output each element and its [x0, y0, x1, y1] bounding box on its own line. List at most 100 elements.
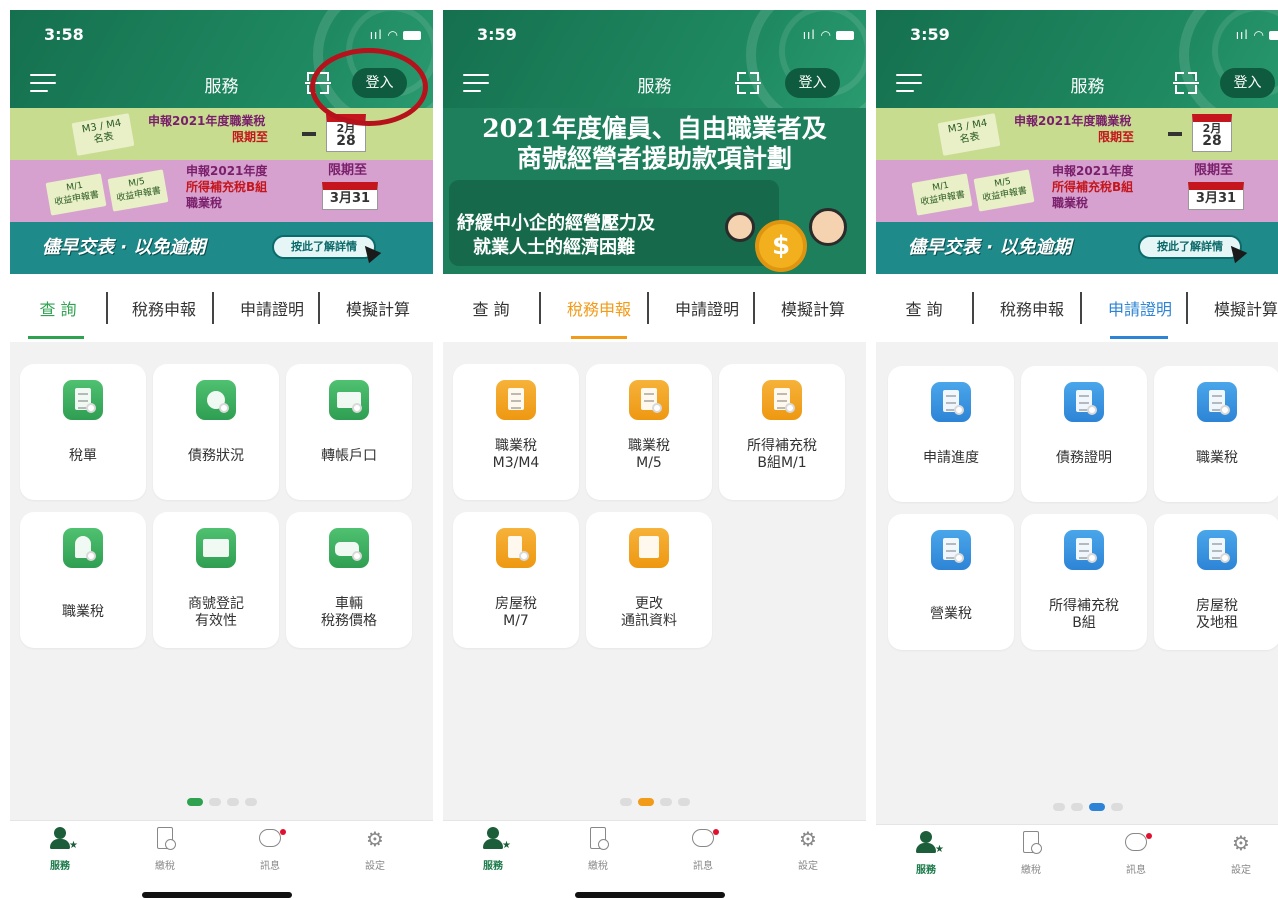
page-indicator [443, 791, 866, 810]
scan-icon[interactable] [735, 72, 761, 94]
banner-row-slogan: 儘早交表 · 以免逾期 按此了解詳情 [876, 222, 1278, 274]
nav-messages[interactable]: 訊息 [240, 827, 300, 872]
calendar-icon-mar: 3月31 [1188, 182, 1244, 210]
login-button[interactable]: 登入 [785, 68, 840, 98]
tab-query[interactable]: 查 詢 [28, 296, 88, 320]
document-clock-icon [153, 827, 177, 851]
deadline-banner[interactable]: M3 / M4 名表 申報2021年度職業稅 限期至 2月 28 M/1 收益申… [10, 108, 433, 274]
tab-divider [318, 292, 320, 324]
tab-simulation[interactable]: 模擬計算 [1200, 296, 1278, 320]
tile-label: 所得補充稅 B組 [1049, 598, 1119, 631]
scan-icon[interactable] [1173, 72, 1199, 94]
banner-detail-button[interactable]: 按此了解詳情 [272, 235, 376, 259]
tile-business-tax[interactable]: 營業稅 [888, 514, 1014, 650]
person-star-icon: ★ [914, 831, 944, 855]
nav-settings[interactable]: ⚙ 設定 [345, 827, 405, 872]
page-dot [226, 798, 239, 806]
document-badge-icon [1064, 530, 1104, 570]
banner-slogan: 儘早交表 · 以免逾期 [42, 237, 206, 258]
nav-pay-tax[interactable]: 繳稅 [135, 827, 195, 872]
tile-property-tax-cert[interactable]: 房屋稅 及地租 [1154, 514, 1278, 650]
nav-settings[interactable]: ⚙ 設定 [1211, 831, 1271, 876]
app-header: 3:59 ııl ◠ 服務 登入 [443, 10, 866, 108]
tile-complementary-tax-cert[interactable]: 所得補充稅 B組 [1021, 514, 1147, 650]
login-button[interactable]: 登入 [1220, 68, 1275, 98]
relief-sub-line1: 紓緩中小企的經營壓力及 [457, 213, 655, 234]
tile-prof-tax-m5[interactable]: 職業稅 M/5 [586, 364, 712, 500]
page-dot-active [1088, 803, 1105, 811]
tile-vehicle-tax-price[interactable]: 車輛 稅務價格 [286, 512, 412, 648]
child-illustration [725, 212, 755, 242]
tab-query[interactable]: 查 詢 [461, 296, 521, 320]
nav-pay-tax[interactable]: 繳稅 [1001, 831, 1061, 876]
page-dot [677, 798, 690, 806]
car-icon [329, 528, 369, 568]
tab-tax-filing[interactable]: 稅務申報 [120, 296, 208, 320]
tile-application-progress[interactable]: 申請進度 [888, 366, 1014, 502]
tab-certificate[interactable]: 申請證明 [226, 296, 318, 320]
tile-professional-tax[interactable]: 職業稅 [20, 512, 146, 648]
tab-tax-filing[interactable]: 稅務申報 [988, 296, 1076, 320]
nav-services[interactable]: ★ 服務 [463, 827, 523, 872]
banner-deadline-label: 限期至 [232, 130, 269, 144]
tab-divider [647, 292, 649, 324]
nav-services[interactable]: ★ 服務 [30, 827, 90, 872]
nav-pay-tax[interactable]: 繳稅 [568, 827, 628, 872]
banner-detail-button[interactable]: 按此了解詳情 [1138, 235, 1242, 259]
tile-label: 商號登記 有效性 [188, 596, 244, 629]
document-clock-icon [586, 827, 610, 851]
banner-m1-text1: 申報2021年度 [186, 164, 268, 178]
banner-m3m4-text: 申報2021年度職業稅 [148, 114, 266, 128]
annotation-circle [310, 48, 428, 126]
tile-tax-bill[interactable]: 稅單 [20, 364, 146, 500]
tile-debt-status[interactable]: 債務狀況 [153, 364, 279, 500]
card-icon [329, 380, 369, 420]
tab-bar: 查 詢 稅務申報 申請證明 模擬計算 [10, 274, 433, 342]
nav-messages[interactable]: 訊息 [673, 827, 733, 872]
tab-tax-filing[interactable]: 稅務申報 [555, 296, 643, 320]
banner-deadline2-label: 限期至 [1194, 163, 1234, 178]
banner-m1-text3: 職業稅 [1052, 196, 1089, 210]
banner-slogan: 儘早交表 · 以免逾期 [908, 237, 1072, 258]
tile-complementary-tax-m1[interactable]: 所得補充稅 B組M/1 [719, 364, 845, 500]
home-indicator[interactable] [575, 892, 725, 898]
relief-banner-title: 2021年度僱員、自由職業者及 商號經營者援助款項計劃 [443, 114, 866, 174]
tab-divider [1080, 292, 1082, 324]
tile-update-contact[interactable]: 更改 通訊資料 [586, 512, 712, 648]
page-dot [208, 798, 221, 806]
nav-messages[interactable]: 訊息 [1106, 831, 1166, 876]
relief-banner[interactable]: 2021年度僱員、自由職業者及 商號經營者援助款項計劃 紓緩中小企的經營壓力及 … [443, 108, 866, 274]
tab-bar: 查 詢 稅務申報 申請證明 模擬計算 [443, 274, 866, 342]
tile-transfer-account[interactable]: 轉帳戶口 [286, 364, 412, 500]
tab-certificate[interactable]: 申請證明 [661, 296, 753, 320]
tile-label: 職業稅 [62, 604, 104, 620]
person-document-icon [496, 380, 536, 420]
tab-simulation[interactable]: 模擬計算 [767, 296, 859, 320]
home-indicator[interactable] [142, 892, 292, 898]
tile-property-tax-m7[interactable]: 房屋稅 M/7 [453, 512, 579, 648]
tile-label: 債務證明 [1056, 450, 1112, 466]
tile-label: 職業稅 [1196, 450, 1238, 466]
banner-row-m1m5: M/1 收益申報書 M/5 收益申報書 申報2021年度 所得補充稅B組 職業稅… [876, 160, 1278, 222]
tile-label: 更改 通訊資料 [621, 596, 677, 629]
coin-icon: $ [755, 220, 807, 272]
service-grid: 稅單 債務狀況 轉帳戶口 職業稅 商號登記 有效性 車輛 稅務價格 [10, 342, 433, 822]
tile-business-registration[interactable]: 商號登記 有效性 [153, 512, 279, 648]
banner-row-slogan: 儘早交表 · 以免逾期 按此了解詳情 [10, 222, 433, 274]
bottom-nav: ★ 服務 繳稅 訊息 ⚙ 設定 [443, 820, 866, 898]
nav-services[interactable]: ★ 服務 [896, 831, 956, 876]
tile-prof-tax-m3m4[interactable]: 職業稅 M3/M4 [453, 364, 579, 500]
nav-settings[interactable]: ⚙ 設定 [778, 827, 838, 872]
tab-certificate[interactable]: 申請證明 [1094, 296, 1186, 320]
tile-professional-tax-cert[interactable]: 職業稅 [1154, 366, 1278, 502]
page-dot [619, 798, 632, 806]
nav-label: 訊息 [693, 861, 713, 872]
deadline-banner[interactable]: M3 / M4 名表 申報2021年度職業稅 限期至 2月 28 M/1 收益申… [876, 108, 1278, 274]
tile-label: 房屋稅 及地租 [1196, 598, 1238, 631]
nav-label: 設定 [1231, 865, 1251, 876]
battery-icon [836, 31, 854, 40]
tile-debt-certificate[interactable]: 債務證明 [1021, 366, 1147, 502]
banner-m1-text2: 所得補充稅B組 [186, 180, 268, 194]
tab-query[interactable]: 查 詢 [894, 296, 954, 320]
tab-simulation[interactable]: 模擬計算 [332, 296, 424, 320]
